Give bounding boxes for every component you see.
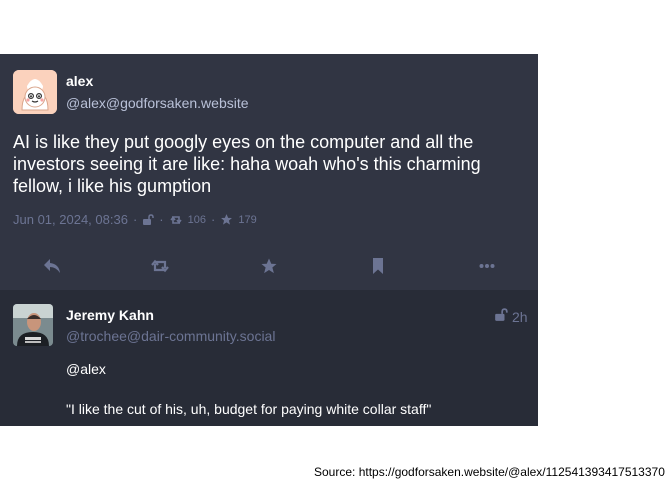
favourite-icon[interactable] bbox=[259, 256, 279, 276]
post-meta: Jun 01, 2024, 08:36 · · 106 · 179 bbox=[13, 212, 257, 227]
main-post: alex @alex@godforsaken.website AI is lik… bbox=[0, 54, 538, 290]
bookmark-icon[interactable] bbox=[368, 256, 388, 276]
reply-content: "I like the cut of his, uh, budget for p… bbox=[66, 401, 432, 417]
author-name[interactable]: alex bbox=[66, 73, 93, 89]
boost-icon[interactable] bbox=[150, 256, 170, 276]
avatar-alex[interactable] bbox=[13, 70, 57, 114]
reply-author-name[interactable]: Jeremy Kahn bbox=[66, 307, 154, 323]
boost-count: 106 bbox=[187, 213, 206, 226]
meta-separator: · bbox=[159, 212, 164, 227]
thread-card: alex @alex@godforsaken.website AI is lik… bbox=[0, 54, 538, 426]
unlisted-lock-icon bbox=[142, 213, 155, 226]
favourite-count: 179 bbox=[238, 213, 257, 226]
unlisted-lock-icon bbox=[494, 308, 508, 325]
reply-mention[interactable]: @alex bbox=[66, 361, 106, 377]
post-date[interactable]: Jun 01, 2024, 08:36 bbox=[13, 212, 128, 227]
retweet-icon bbox=[169, 214, 183, 226]
star-icon bbox=[220, 213, 233, 226]
reply-timestamp[interactable]: 2h bbox=[494, 308, 528, 325]
reply-time: 2h bbox=[512, 308, 528, 325]
post-content: AI is like they put googly eyes on the c… bbox=[13, 132, 481, 196]
meta-separator: · bbox=[210, 212, 216, 227]
source-caption: Source: https://godforsaken.website/@ale… bbox=[314, 465, 665, 479]
reply-author-handle[interactable]: @trochee@dair-community.social bbox=[66, 328, 275, 344]
more-icon[interactable] bbox=[477, 256, 497, 276]
reply-post: Jeremy Kahn @trochee@dair-community.soci… bbox=[0, 290, 538, 426]
author-handle[interactable]: @alex@godforsaken.website bbox=[66, 95, 249, 111]
action-bar bbox=[0, 250, 538, 280]
reply-icon[interactable] bbox=[42, 256, 62, 276]
meta-separator: · bbox=[132, 212, 138, 227]
avatar-jeremy[interactable] bbox=[13, 304, 53, 346]
